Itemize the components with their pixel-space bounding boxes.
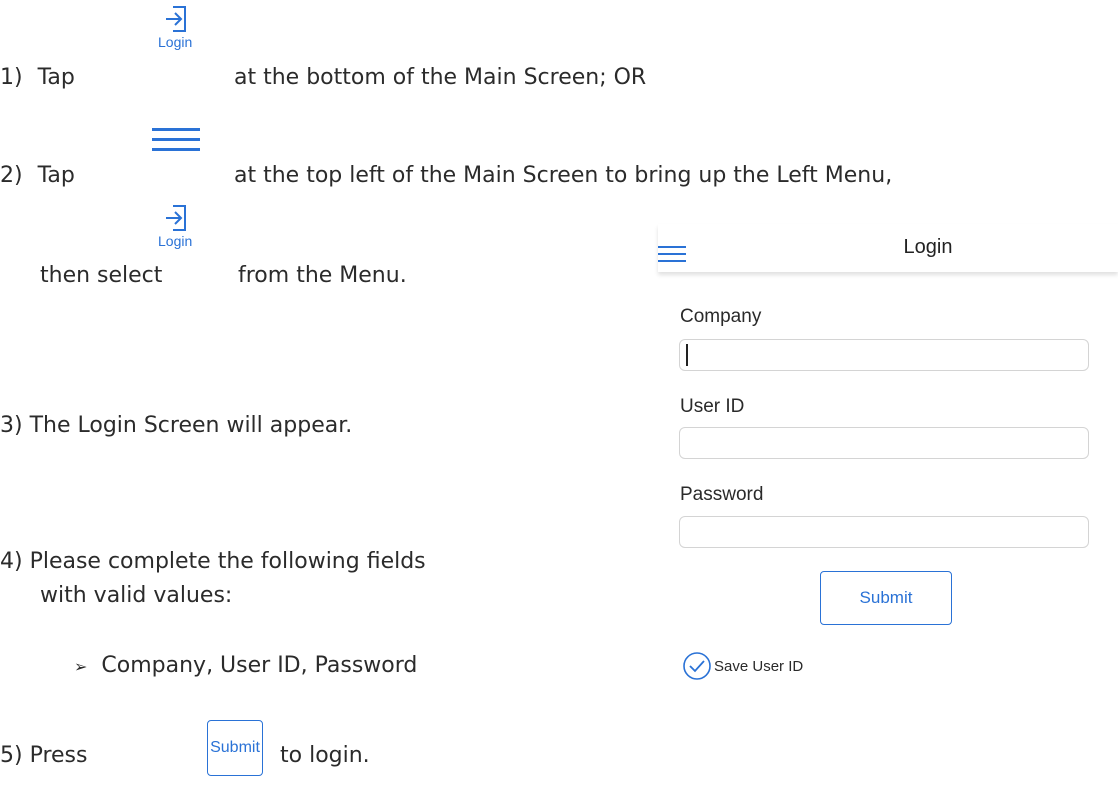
login-inline-icon-1: Login: [158, 4, 192, 50]
hamburger-menu-icon: [152, 128, 200, 158]
company-label: Company: [680, 306, 762, 327]
login-screen-mock: Login Company User ID Password Submit Sa…: [658, 224, 1118, 784]
check-circle-icon[interactable]: [682, 651, 712, 681]
step-4-line1: 4) Please complete the following fields: [0, 549, 426, 574]
step-4-bullet: ➢ Company, User ID, Password: [74, 653, 418, 678]
step-5: 5) Press: [0, 743, 88, 768]
arrow-bullet-icon: ➢: [74, 657, 88, 676]
hamburger-menu-icon[interactable]: [658, 246, 686, 267]
password-label: Password: [680, 484, 764, 505]
login-icon-label: Login: [158, 34, 193, 50]
login-icon: [166, 205, 187, 231]
step-2-rest: at the top left of the Main Screen to br…: [234, 163, 893, 188]
company-input[interactable]: [679, 339, 1089, 371]
login-icon-label: Login: [158, 233, 193, 249]
text-cursor: [686, 344, 688, 366]
step-2-then-rest: from the Menu.: [238, 263, 407, 288]
step-2: 2) Tap: [0, 163, 75, 188]
step-5-rest: to login.: [280, 743, 370, 768]
save-userid-checkbox[interactable]: Save User ID: [682, 651, 803, 681]
login-inline-icon-2: Login: [158, 203, 192, 249]
step-4-line2: with valid values:: [40, 583, 233, 608]
login-header: Login: [658, 224, 1118, 272]
inline-submit-illustration: Submit: [207, 720, 263, 776]
step-1-rest: at the bottom of the Main Screen; OR: [234, 65, 647, 90]
userid-input[interactable]: [679, 427, 1089, 459]
save-userid-label: Save User ID: [714, 657, 804, 675]
submit-button[interactable]: Submit: [820, 571, 952, 625]
step-1: 1) Tap: [0, 65, 75, 90]
password-input[interactable]: [679, 516, 1089, 548]
step-3: 3) The Login Screen will appear.: [0, 413, 353, 438]
userid-label: User ID: [680, 396, 745, 417]
login-icon: [166, 6, 187, 32]
step-2-then: then select: [40, 263, 163, 288]
login-title: Login: [903, 236, 953, 258]
